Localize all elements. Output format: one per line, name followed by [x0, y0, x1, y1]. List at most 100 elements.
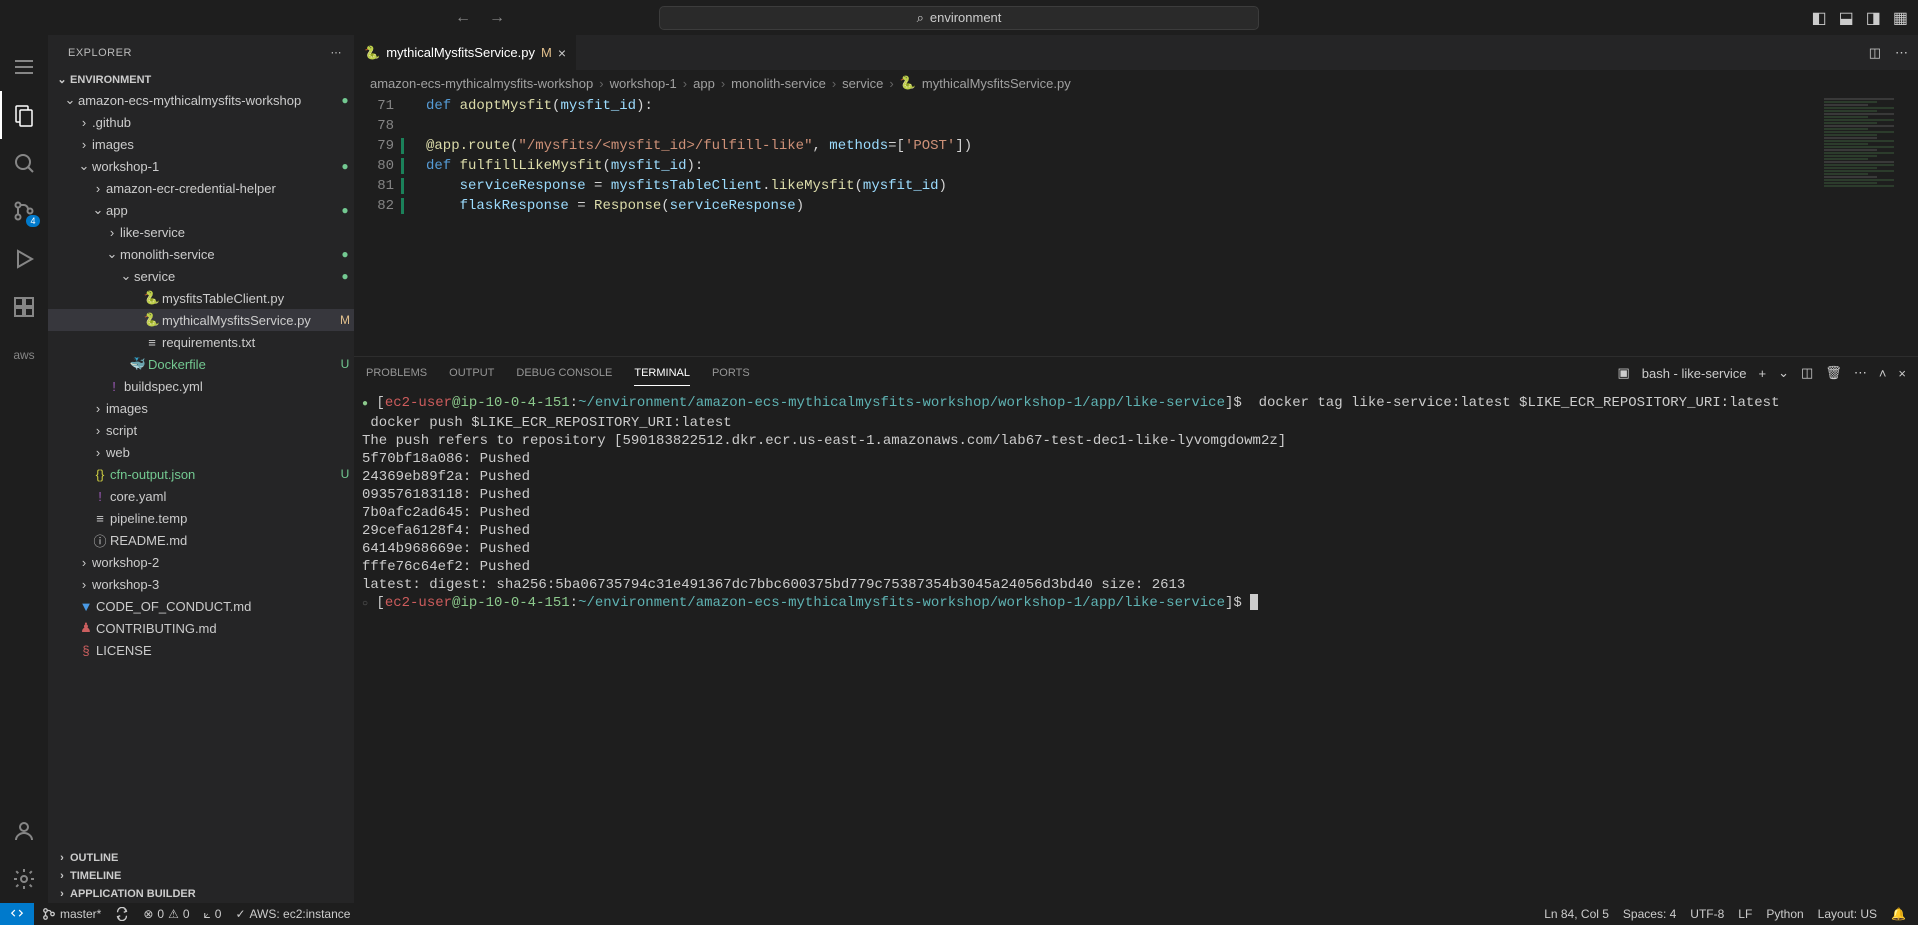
more-icon[interactable]: ⋯ [331, 46, 343, 59]
status-indentation[interactable]: Spaces: 4 [1623, 907, 1676, 921]
tree-file-dockerfile[interactable]: 🐳 Dockerfile U [48, 353, 354, 375]
panel-tab-output[interactable]: OUTPUT [449, 361, 494, 385]
breadcrumb-segment[interactable]: amazon-ecs-mythicalmysfits-workshop [370, 76, 593, 91]
file-tree: ⌄ amazon-ecs-mythicalmysfits-workshop ● … [48, 89, 354, 849]
split-terminal-icon[interactable]: ◫ [1801, 365, 1813, 381]
terminal[interactable]: ● [ec2-user@ip-10-0-4-151:~/environment/… [354, 390, 1918, 903]
tree-folder-ecr-helper[interactable]: › amazon-ecr-credential-helper [48, 177, 354, 199]
shell-label[interactable]: bash - like-service [1642, 366, 1747, 381]
tree-file-cfn-output[interactable]: {} cfn-output.json U [48, 463, 354, 485]
tab-mythical-mysfits-service[interactable]: 🐍 mythicalMysfitsService.py M × [354, 35, 577, 70]
tree-file-buildspec[interactable]: ! buildspec.yml [48, 375, 354, 397]
tree-folder-workshop-2[interactable]: › workshop-2 [48, 551, 354, 573]
line-gutter: 71 78 79 80 81 82 [354, 96, 412, 356]
activity-accounts[interactable] [0, 807, 48, 855]
tree-folder-monolith-service[interactable]: ⌄ monolith-service ● [48, 243, 354, 265]
status-encoding[interactable]: UTF-8 [1690, 907, 1724, 921]
terminal-cursor [1250, 594, 1258, 610]
tree-folder-service[interactable]: ⌄ service ● [48, 265, 354, 287]
activity-search[interactable] [0, 139, 48, 187]
close-panel-icon[interactable]: × [1898, 366, 1906, 381]
tree-file-readme[interactable]: ⓘ README.md [48, 529, 354, 551]
sidebar-header: EXPLORER ⋯ [48, 35, 354, 70]
status-branch[interactable]: master* [42, 907, 101, 921]
toggle-panel-left-icon[interactable]: ◧ [1812, 8, 1827, 28]
activity-run-debug[interactable] [0, 235, 48, 283]
tree-file-mythical-mysfits-service[interactable]: 🐍 mythicalMysfitsService.py M [48, 309, 354, 331]
workspace-folder-header[interactable]: ⌄ ENVIRONMENT [48, 70, 354, 89]
activity-extensions[interactable] [0, 283, 48, 331]
terminal-dropdown-icon[interactable]: ⌄ [1778, 365, 1789, 381]
forward-arrow-icon[interactable]: → [489, 9, 505, 27]
minimap[interactable] [1818, 96, 1918, 356]
tree-folder-app[interactable]: ⌄ app ● [48, 199, 354, 221]
status-layout[interactable]: Layout: US [1818, 907, 1877, 921]
status-cursor-position[interactable]: Ln 84, Col 5 [1544, 907, 1609, 921]
tree-folder-root[interactable]: ⌄ amazon-ecs-mythicalmysfits-workshop ● [48, 89, 354, 111]
status-problems[interactable]: ⊗0 ⚠0 [143, 907, 189, 921]
breadcrumb-segment[interactable]: workshop-1 [610, 76, 677, 91]
docker-file-icon: 🐳 [128, 356, 148, 372]
panel-tab-terminal[interactable]: TERMINAL [634, 361, 690, 386]
tree-folder-web[interactable]: › web [48, 441, 354, 463]
breadcrumb-segment[interactable]: service [842, 76, 883, 91]
close-tab-icon[interactable]: × [558, 45, 566, 61]
tree-folder-script[interactable]: › script [48, 419, 354, 441]
activity-menu[interactable] [0, 43, 48, 91]
section-timeline[interactable]: › TIMELINE [48, 867, 354, 885]
status-language[interactable]: Python [1766, 907, 1803, 921]
breadcrumbs[interactable]: amazon-ecs-mythicalmysfits-workshop› wor… [354, 70, 1918, 96]
section-outline[interactable]: › OUTLINE [48, 849, 354, 867]
activity-source-control[interactable]: 4 [0, 187, 48, 235]
activity-aws[interactable]: aws [0, 331, 48, 379]
error-icon: ⊗ [143, 907, 153, 921]
tree-file-pipeline-temp[interactable]: ≡ pipeline.temp [48, 507, 354, 529]
git-dot-icon: ● [336, 269, 354, 283]
kill-terminal-icon[interactable]: 🗑 [1825, 365, 1842, 381]
status-ports[interactable]: ⟀0 [204, 907, 222, 922]
panel-tab-ports[interactable]: PORTS [712, 361, 750, 385]
tree-folder-workshop-3[interactable]: › workshop-3 [48, 573, 354, 595]
remote-indicator[interactable] [0, 903, 34, 925]
status-eol[interactable]: LF [1738, 907, 1752, 921]
command-center-search[interactable]: ⌕ environment [659, 6, 1259, 30]
tree-file-mysfits-table-client[interactable]: 🐍 mysfitsTableClient.py [48, 287, 354, 309]
tree-file-contributing[interactable]: ♟ CONTRIBUTING.md [48, 617, 354, 639]
activity-settings[interactable] [0, 855, 48, 903]
toggle-panel-right-icon[interactable]: ◨ [1866, 8, 1881, 28]
panel-tab-debug-console[interactable]: DEBUG CONSOLE [516, 361, 612, 385]
tree-folder-images[interactable]: › images [48, 133, 354, 155]
split-editor-icon[interactable]: ◫ [1869, 45, 1881, 61]
tree-file-core-yaml[interactable]: ! core.yaml [48, 485, 354, 507]
section-app-builder[interactable]: › APPLICATION BUILDER [48, 885, 354, 903]
toggle-panel-bottom-icon[interactable]: ⬓ [1839, 8, 1854, 28]
status-notifications-icon[interactable]: 🔔 [1891, 907, 1906, 921]
tree-file-license[interactable]: § LICENSE [48, 639, 354, 661]
tree-file-requirements[interactable]: ≡ requirements.txt [48, 331, 354, 353]
tree-folder-images2[interactable]: › images [48, 397, 354, 419]
maximize-panel-icon[interactable]: ˄ [1879, 366, 1887, 381]
more-actions-icon[interactable]: ⋯ [1895, 45, 1908, 61]
new-terminal-icon[interactable]: + [1759, 366, 1767, 381]
back-arrow-icon[interactable]: ← [455, 9, 471, 27]
customize-layout-icon[interactable]: ▦ [1893, 8, 1908, 28]
code-editor[interactable]: 71 78 79 80 81 82 def adoptMysfit(mysfit… [354, 96, 1918, 356]
breadcrumb-segment[interactable]: monolith-service [731, 76, 826, 91]
tree-folder-like-service[interactable]: › like-service [48, 221, 354, 243]
panel-tab-problems[interactable]: PROBLEMS [366, 361, 427, 385]
tree-folder-github[interactable]: › .github [48, 111, 354, 133]
chevron-down-icon: ⌄ [62, 92, 78, 108]
yaml-file-icon: ! [90, 489, 110, 504]
breadcrumb-segment[interactable]: mythicalMysfitsService.py [922, 76, 1071, 91]
tree-folder-workshop-1[interactable]: ⌄ workshop-1 ● [48, 155, 354, 177]
more-terminal-icon[interactable]: ⋯ [1854, 365, 1867, 381]
text-file-icon: ≡ [142, 335, 162, 350]
status-aws[interactable]: ✓AWS: ec2:instance [235, 907, 350, 921]
breadcrumb-segment[interactable]: app [693, 76, 715, 91]
status-sync[interactable] [115, 907, 129, 921]
code-content[interactable]: def adoptMysfit(mysfit_id): @app.route("… [412, 96, 1818, 356]
activity-explorer[interactable] [0, 91, 48, 139]
git-dot-icon: ● [336, 93, 354, 107]
tree-file-code-of-conduct[interactable]: ▼ CODE_OF_CONDUCT.md [48, 595, 354, 617]
untracked-status: U [336, 357, 354, 371]
